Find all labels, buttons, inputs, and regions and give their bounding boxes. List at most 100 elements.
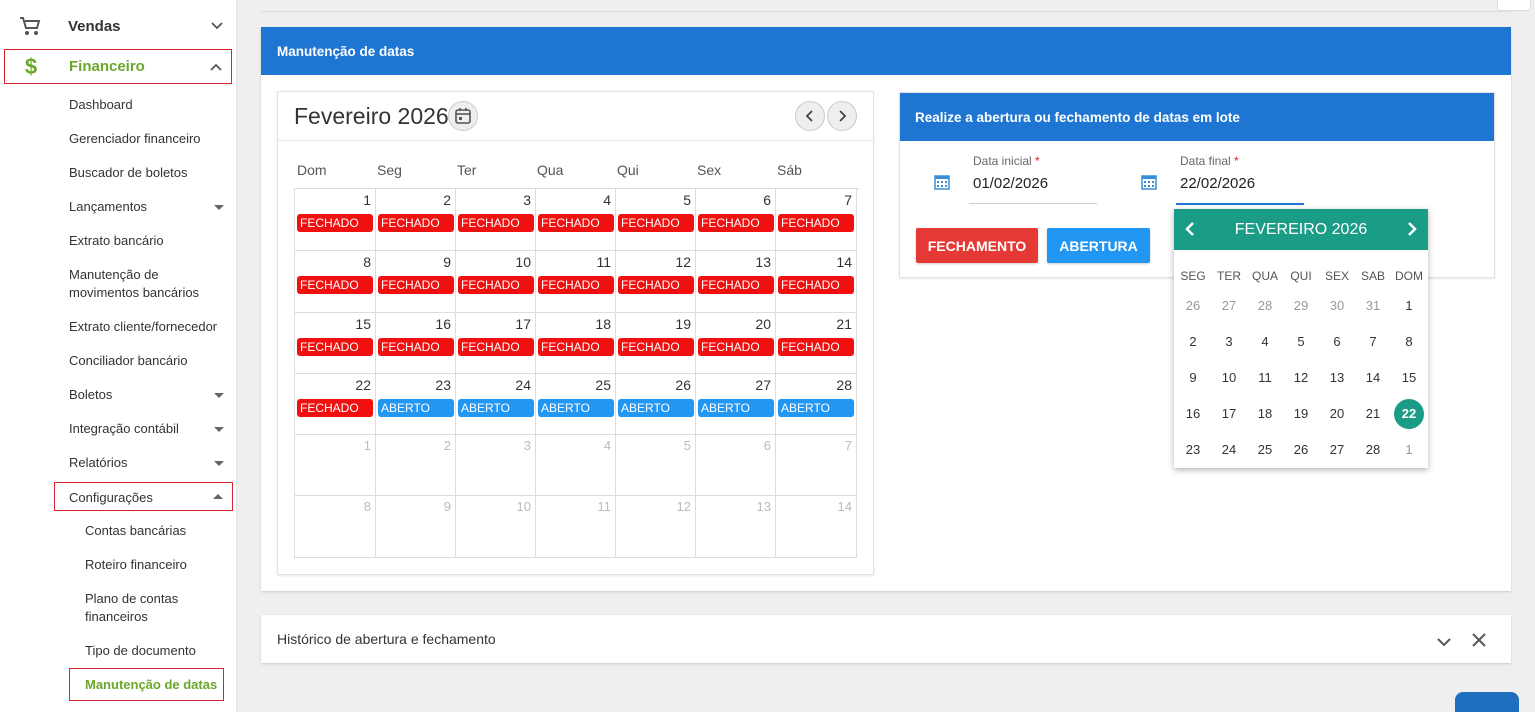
nav-integracao-contabil[interactable]: Integração contábil <box>69 420 224 438</box>
nav-vendas[interactable]: Vendas <box>4 8 232 44</box>
picker-day[interactable]: 28 <box>1358 435 1388 465</box>
status-badge-fechado[interactable]: FECHADO <box>538 276 614 294</box>
status-badge-fechado[interactable]: FECHADO <box>698 214 774 232</box>
status-badge-fechado[interactable]: FECHADO <box>618 276 694 294</box>
nav-extrato-cliente[interactable]: Extrato cliente/fornecedor <box>69 318 217 336</box>
picker-day[interactable]: 16 <box>1178 399 1208 429</box>
fechamento-button[interactable]: FECHAMENTO <box>916 228 1038 263</box>
calendar-day-cell[interactable]: 5 <box>616 435 696 496</box>
calendar-day-cell[interactable]: 1 FECHADO <box>295 189 376 251</box>
nav-buscador-boletos[interactable]: Buscador de boletos <box>69 164 188 182</box>
picker-day[interactable]: 18 <box>1250 399 1280 429</box>
calendar-picker-button[interactable] <box>448 101 478 131</box>
calendar-icon[interactable] <box>1141 174 1157 195</box>
status-badge-fechado[interactable]: FECHADO <box>378 276 454 294</box>
status-badge-fechado[interactable]: FECHADO <box>538 214 614 232</box>
picker-day[interactable]: 14 <box>1358 363 1388 393</box>
status-badge-fechado[interactable]: FECHADO <box>538 338 614 356</box>
calendar-day-cell[interactable]: 5 FECHADO <box>616 189 696 251</box>
chevron-left-icon[interactable] <box>1184 221 1196 242</box>
calendar-day-cell[interactable]: 25 ABERTO <box>536 374 616 435</box>
calendar-day-cell[interactable]: 4 FECHADO <box>536 189 616 251</box>
picker-day[interactable]: 5 <box>1286 327 1316 357</box>
picker-day[interactable]: 2 <box>1178 327 1208 357</box>
calendar-day-cell[interactable]: 27 ABERTO <box>696 374 776 435</box>
picker-day[interactable]: 25 <box>1250 435 1280 465</box>
calendar-day-cell[interactable]: 4 <box>536 435 616 496</box>
status-badge-fechado[interactable]: FECHADO <box>297 399 373 417</box>
calendar-day-cell[interactable]: 8 FECHADO <box>295 251 376 313</box>
calendar-day-cell[interactable]: 21 FECHADO <box>776 313 857 374</box>
calendar-icon[interactable] <box>934 174 950 195</box>
status-badge-fechado[interactable]: FECHADO <box>458 338 534 356</box>
picker-day[interactable]: 10 <box>1214 363 1244 393</box>
status-badge-fechado[interactable]: FECHADO <box>698 338 774 356</box>
calendar-day-cell[interactable]: 19 FECHADO <box>616 313 696 374</box>
calendar-day-cell[interactable]: 15 FECHADO <box>295 313 376 374</box>
picker-day[interactable]: 21 <box>1358 399 1388 429</box>
calendar-day-cell[interactable]: 6 FECHADO <box>696 189 776 251</box>
calendar-day-cell[interactable]: 3 FECHADO <box>456 189 536 251</box>
calendar-day-cell[interactable]: 16 FECHADO <box>376 313 456 374</box>
picker-day[interactable]: 8 <box>1394 327 1424 357</box>
status-badge-fechado[interactable]: FECHADO <box>618 214 694 232</box>
picker-day[interactable]: 4 <box>1250 327 1280 357</box>
nav-conciliador[interactable]: Conciliador bancário <box>69 352 188 370</box>
calendar-day-cell[interactable]: 13 <box>696 496 776 558</box>
calendar-day-cell[interactable]: 14 FECHADO <box>776 251 857 313</box>
calendar-day-cell[interactable]: 10 <box>456 496 536 558</box>
calendar-day-cell[interactable]: 12 FECHADO <box>616 251 696 313</box>
calendar-day-cell[interactable]: 18 FECHADO <box>536 313 616 374</box>
status-badge-aberto[interactable]: ABERTO <box>778 399 854 417</box>
calendar-day-cell[interactable]: 3 <box>456 435 536 496</box>
status-badge-aberto[interactable]: ABERTO <box>698 399 774 417</box>
calendar-day-cell[interactable]: 8 <box>295 496 376 558</box>
close-icon[interactable] <box>1472 633 1486 650</box>
picker-day[interactable]: 7 <box>1358 327 1388 357</box>
picker-day[interactable]: 23 <box>1178 435 1208 465</box>
picker-day[interactable]: 26 <box>1286 435 1316 465</box>
nav-boletos[interactable]: Boletos <box>69 386 224 404</box>
status-badge-fechado[interactable]: FECHADO <box>778 276 854 294</box>
status-badge-fechado[interactable]: FECHADO <box>698 276 774 294</box>
nav-financeiro[interactable]: $ Financeiro <box>4 49 232 84</box>
nav-plano-contas[interactable]: Plano de contas financeiros <box>85 590 178 626</box>
nav-relatorios[interactable]: Relatórios <box>69 454 224 472</box>
calendar-day-cell[interactable]: 7 FECHADO <box>776 189 857 251</box>
calendar-day-cell[interactable]: 10 FECHADO <box>456 251 536 313</box>
abertura-button[interactable]: ABERTURA <box>1047 228 1150 263</box>
calendar-day-cell[interactable]: 12 <box>616 496 696 558</box>
picker-day[interactable]: 9 <box>1178 363 1208 393</box>
picker-day[interactable]: 28 <box>1250 291 1280 321</box>
picker-day[interactable]: 1 <box>1394 435 1424 465</box>
status-badge-fechado[interactable]: FECHADO <box>378 214 454 232</box>
status-badge-fechado[interactable]: FECHADO <box>378 338 454 356</box>
picker-day-selected[interactable]: 22 <box>1394 399 1424 429</box>
picker-day[interactable]: 20 <box>1322 399 1352 429</box>
calendar-day-cell[interactable]: 22 FECHADO <box>295 374 376 435</box>
nav-lancamentos[interactable]: Lançamentos <box>69 198 224 216</box>
calendar-day-cell[interactable]: 11 <box>536 496 616 558</box>
picker-day[interactable]: 27 <box>1322 435 1352 465</box>
chevron-right-icon[interactable] <box>1406 221 1418 242</box>
calendar-day-cell[interactable]: 11 FECHADO <box>536 251 616 313</box>
nav-manutencao-movimentos[interactable]: Manutenção de movimentos bancários <box>69 266 199 302</box>
start-date-input[interactable]: 01/02/2026 <box>973 175 1048 192</box>
status-badge-aberto[interactable]: ABERTO <box>618 399 694 417</box>
picker-day[interactable]: 13 <box>1322 363 1352 393</box>
picker-day[interactable]: 26 <box>1178 291 1208 321</box>
status-badge-aberto[interactable]: ABERTO <box>378 399 454 417</box>
end-date-input[interactable]: 22/02/2026 <box>1180 175 1255 192</box>
calendar-day-cell[interactable]: 9 FECHADO <box>376 251 456 313</box>
picker-day[interactable]: 15 <box>1394 363 1424 393</box>
calendar-day-cell[interactable]: 24 ABERTO <box>456 374 536 435</box>
picker-day[interactable]: 19 <box>1286 399 1316 429</box>
prev-month-button[interactable] <box>795 101 825 131</box>
picker-day[interactable]: 24 <box>1214 435 1244 465</box>
calendar-day-cell[interactable]: 20 FECHADO <box>696 313 776 374</box>
calendar-day-cell[interactable]: 13 FECHADO <box>696 251 776 313</box>
nav-tipo-documento[interactable]: Tipo de documento <box>85 642 196 660</box>
status-badge-aberto[interactable]: ABERTO <box>458 399 534 417</box>
calendar-day-cell[interactable]: 6 <box>696 435 776 496</box>
calendar-day-cell[interactable]: 23 ABERTO <box>376 374 456 435</box>
